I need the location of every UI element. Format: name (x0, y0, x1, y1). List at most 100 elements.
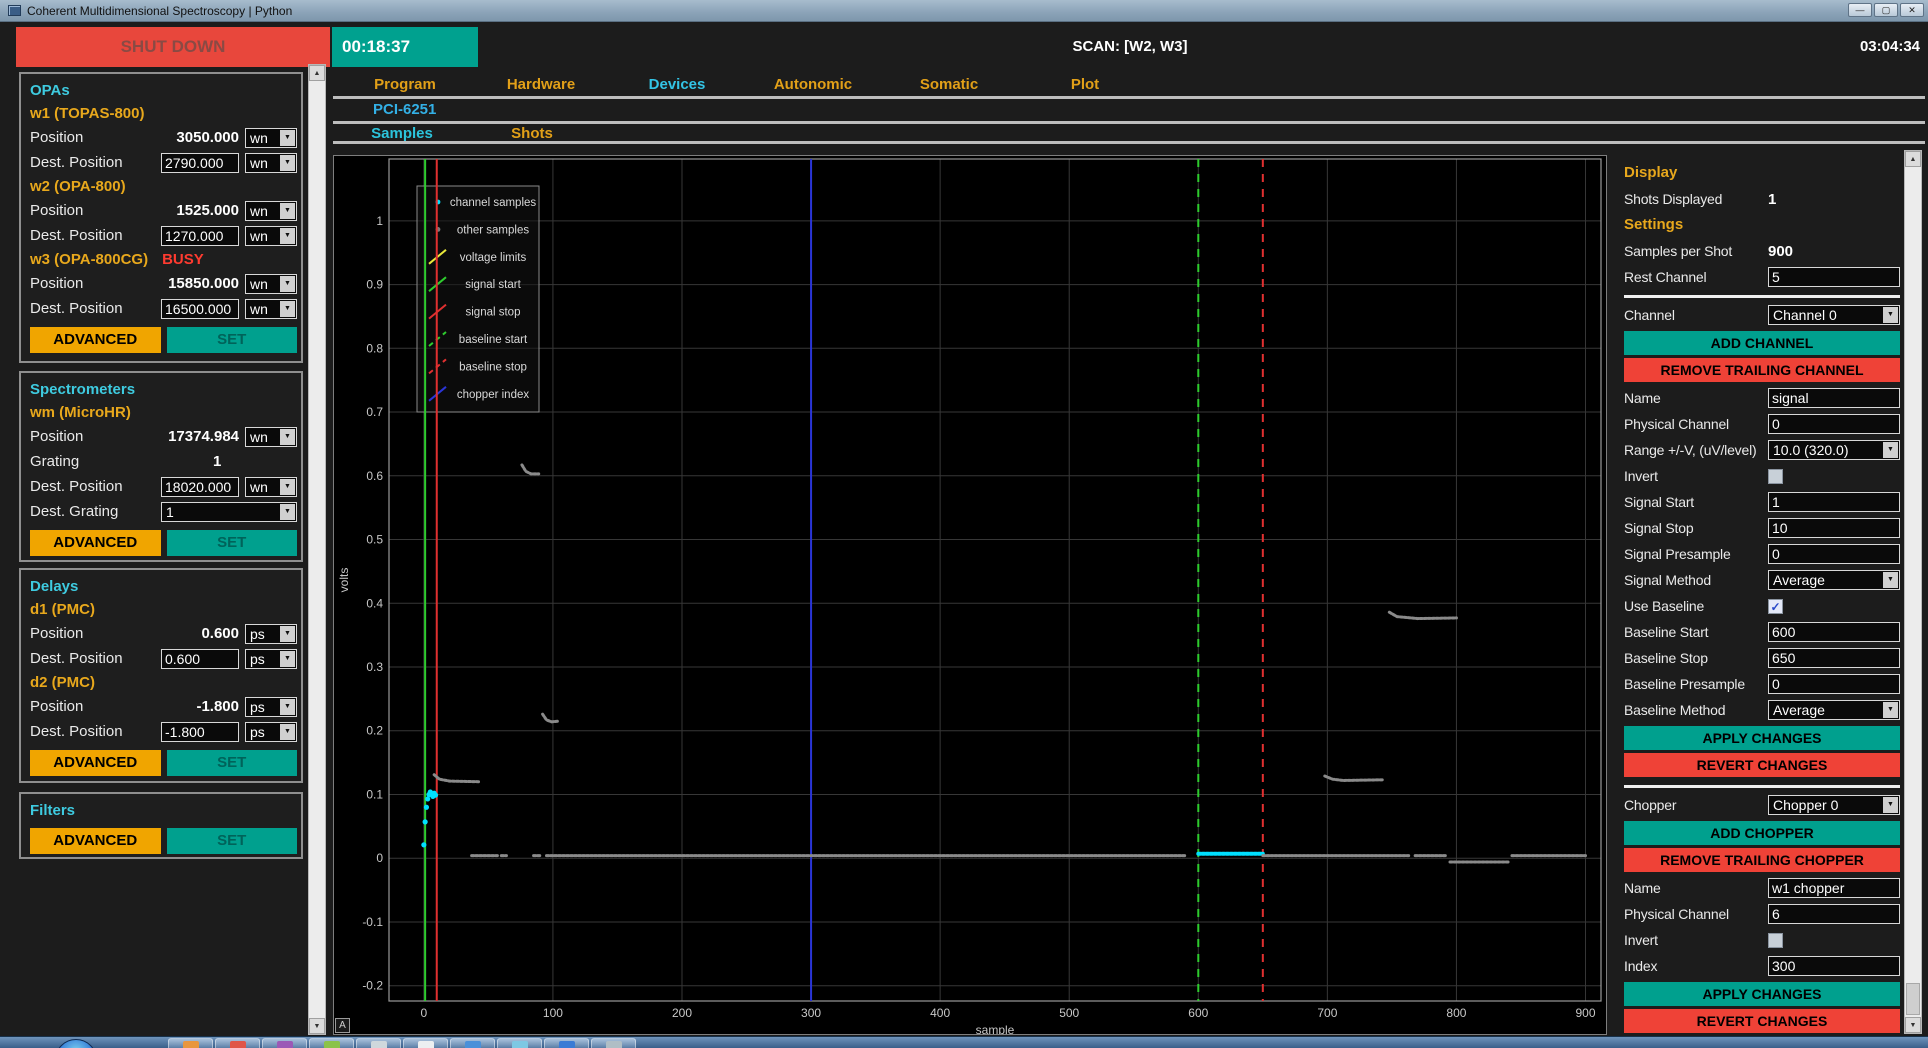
name-input[interactable]: w1 chopper (1768, 878, 1900, 898)
tab-shots[interactable]: Shots (467, 125, 597, 142)
physical-channel-input[interactable]: 0 (1768, 414, 1900, 434)
units-select[interactable]: ps▼ (245, 722, 297, 742)
settings-vertical-scrollbar[interactable]: ▲ ▼ (1904, 150, 1922, 1034)
units-select[interactable]: wn▼ (245, 427, 297, 447)
set-button[interactable]: SET (167, 750, 298, 776)
taskbar-app-icon[interactable] (168, 1038, 213, 1048)
units-select[interactable]: ps▼ (245, 624, 297, 644)
taskbar-app-icon[interactable] (215, 1038, 260, 1048)
dest-position-input[interactable]: 0.600 (161, 649, 239, 669)
signal-start-input[interactable]: 1 (1768, 492, 1900, 512)
taskbar-app-icon[interactable] (544, 1038, 589, 1048)
plot-autoscale-button[interactable]: A (335, 1018, 350, 1033)
baseline-start-input[interactable]: 600 (1768, 622, 1900, 642)
taskbar-app-icon[interactable] (309, 1038, 354, 1048)
dest-position-label: Dest. Position (30, 300, 161, 317)
dest-grating-row: Dest. Grating1▼ (30, 499, 297, 524)
chopper-select[interactable]: Chopper 0▼ (1768, 795, 1900, 815)
close-button[interactable]: ✕ (1900, 3, 1924, 17)
set-button[interactable]: SET (167, 530, 298, 556)
tab-plot[interactable]: Plot (1017, 76, 1153, 93)
windows-taskbar[interactable] (0, 1036, 1928, 1048)
signal-presample-input[interactable]: 0 (1768, 544, 1900, 564)
add-chopper-button[interactable]: ADD CHOPPER (1624, 821, 1900, 845)
tab-somatic[interactable]: Somatic (881, 76, 1017, 93)
channel-select[interactable]: Channel 0▼ (1768, 305, 1900, 325)
units-select[interactable]: ps▼ (245, 649, 297, 669)
taskbar-app-icon[interactable] (403, 1038, 448, 1048)
dest-grating-select[interactable]: 1▼ (161, 502, 297, 522)
dest-position-label: Dest. Position (30, 154, 161, 171)
plot-canvas[interactable]: 10.90.80.70.60.50.40.30.20.10-0.1-0.2010… (334, 156, 1606, 1034)
minimize-button[interactable]: — (1848, 3, 1872, 17)
status-badge: BUSY (162, 248, 204, 271)
baseline-method-select[interactable]: Average▼ (1768, 700, 1900, 720)
position-value: 1525.000 (161, 202, 239, 219)
invert-checkbox[interactable] (1768, 469, 1783, 484)
tab-program[interactable]: Program (337, 76, 473, 93)
dest-position-input[interactable]: 16500.000 (161, 299, 239, 319)
units-select[interactable]: wn▼ (245, 477, 297, 497)
scrollbar-thumb[interactable] (1906, 983, 1920, 1015)
shut-down-button[interactable]: SHUT DOWN (16, 27, 330, 67)
units-select[interactable]: wn▼ (245, 153, 297, 173)
samples-per-shot-value: 900 (1768, 243, 1900, 260)
advanced-button[interactable]: ADVANCED (30, 750, 161, 776)
position-row: Position-1.800ps▼ (30, 694, 297, 719)
taskbar-app-icon[interactable] (591, 1038, 636, 1048)
signal-stop-input[interactable]: 10 (1768, 518, 1900, 538)
tab-devices[interactable]: Devices (609, 76, 745, 93)
revert-changes-button[interactable]: REVERT CHANGES (1624, 1009, 1900, 1033)
baseline-presample-input[interactable]: 0 (1768, 674, 1900, 694)
dest-position-input[interactable]: -1.800 (161, 722, 239, 742)
tab-hardware[interactable]: Hardware (473, 76, 609, 93)
use-baseline-checkbox[interactable]: ✓ (1768, 599, 1783, 614)
advanced-button[interactable]: ADVANCED (30, 828, 161, 854)
dest-position-input[interactable]: 18020.000 (161, 477, 239, 497)
units-select[interactable]: wn▼ (245, 201, 297, 221)
taskbar-app-icon[interactable] (497, 1038, 542, 1048)
center-vertical-scrollbar[interactable]: ▲ ▼ (308, 64, 326, 1035)
revert-changes-button[interactable]: REVERT CHANGES (1624, 753, 1900, 777)
dest-position-input[interactable]: 1270.000 (161, 226, 239, 246)
index-row: Index300 (1624, 953, 1900, 979)
units-select-value: wn (246, 276, 280, 292)
tab-pci-6251[interactable]: PCI-6251 (373, 101, 436, 118)
taskbar-app-icon[interactable] (356, 1038, 401, 1048)
advanced-button[interactable]: ADVANCED (30, 327, 161, 353)
signal-method-select-value: Average (1769, 572, 1883, 588)
units-select-value: wn (246, 479, 280, 495)
remove-trailing-chopper-button[interactable]: REMOVE TRAILING CHOPPER (1624, 848, 1900, 872)
invert-checkbox[interactable] (1768, 933, 1783, 948)
set-button[interactable]: SET (167, 327, 298, 353)
rest-channel-input[interactable]: 5 (1768, 267, 1900, 287)
start-button-icon[interactable] (55, 1039, 97, 1048)
baseline-stop-input[interactable]: 650 (1768, 648, 1900, 668)
units-select[interactable]: wn▼ (245, 128, 297, 148)
tab-samples[interactable]: Samples (337, 125, 467, 142)
units-select[interactable]: wn▼ (245, 274, 297, 294)
panel-actions: ADVANCEDSET (30, 530, 297, 556)
set-button[interactable]: SET (167, 828, 298, 854)
signal-method-select[interactable]: Average▼ (1768, 570, 1900, 590)
advanced-button[interactable]: ADVANCED (30, 530, 161, 556)
add-channel-button[interactable]: ADD CHANNEL (1624, 331, 1900, 355)
opas-header: OPAs (30, 79, 297, 102)
units-select[interactable]: ps▼ (245, 697, 297, 717)
units-select[interactable]: wn▼ (245, 226, 297, 246)
samples-plot[interactable]: 10.90.80.70.60.50.40.30.20.10-0.1-0.2010… (333, 155, 1607, 1035)
physical-channel-input[interactable]: 6 (1768, 904, 1900, 924)
tab-autonomic[interactable]: Autonomic (745, 76, 881, 93)
apply-changes-button[interactable]: APPLY CHANGES (1624, 982, 1900, 1006)
apply-changes-button[interactable]: APPLY CHANGES (1624, 726, 1900, 750)
dest-position-input[interactable]: 2790.000 (161, 153, 239, 173)
taskbar-app-icon[interactable] (450, 1038, 495, 1048)
taskbar-app-icon[interactable] (262, 1038, 307, 1048)
remove-trailing-channel-button[interactable]: REMOVE TRAILING CHANNEL (1624, 358, 1900, 382)
units-select[interactable]: wn▼ (245, 299, 297, 319)
range-v-uv-level-select[interactable]: 10.0 (320.0)▼ (1768, 440, 1900, 460)
dest-position-label: Dest. Position (30, 723, 161, 740)
maximize-button[interactable]: ▢ (1874, 3, 1898, 17)
index-input[interactable]: 300 (1768, 956, 1900, 976)
name-input[interactable]: signal (1768, 388, 1900, 408)
